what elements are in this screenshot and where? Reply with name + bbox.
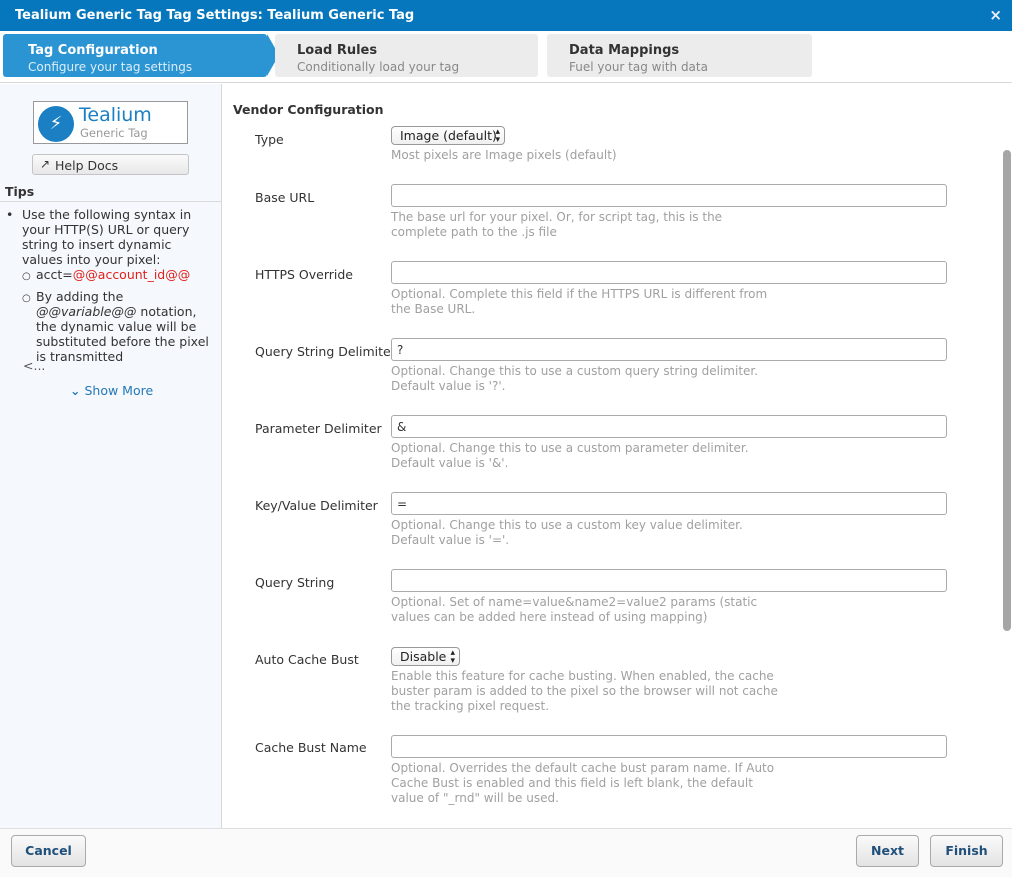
parameter-delimiter-label: Parameter Delimiter — [255, 421, 382, 436]
step-subtitle: Configure your tag settings — [28, 60, 193, 74]
note-variable: @@variable@@ — [36, 304, 137, 319]
auto-cache-bust-label: Auto Cache Bust — [255, 652, 359, 667]
cache-bust-name-help: Optional. Overrides the default cache bu… — [391, 761, 775, 805]
query-string-input[interactable] — [391, 569, 947, 592]
dialog-footer: Cancel Next Finish — [0, 828, 1012, 877]
logo-name: Tealium — [79, 104, 152, 126]
https-override-label: HTTPS Override — [255, 267, 353, 282]
logo-subtitle: Generic Tag — [80, 126, 148, 140]
content-scrollbar[interactable] — [1003, 150, 1011, 631]
tips-heading: Tips — [5, 184, 35, 199]
parameter-delimiter-input[interactable] — [391, 415, 947, 438]
base-url-label: Base URL — [255, 190, 315, 205]
help-docs-button[interactable]: ↗ Help Docs — [32, 154, 189, 175]
https-override-help: Optional. Complete this field if the HTT… — [391, 287, 768, 316]
type-help: Most pixels are Image pixels (default) — [391, 148, 617, 162]
section-title: Vendor Configuration — [233, 102, 384, 117]
query-string-delimiter-label: Query String Delimiter — [255, 344, 396, 359]
sub-bullet-icon: ○ — [22, 293, 31, 304]
select-arrows-icon: ▴ ▾ — [495, 127, 500, 145]
step-subtitle: Conditionally load your tag — [297, 60, 460, 74]
next-button[interactable]: Next — [856, 835, 919, 867]
step-title: Tag Configuration — [28, 43, 158, 58]
key-value-delimiter-input[interactable] — [391, 492, 947, 515]
external-link-icon: ↗ — [40, 157, 51, 171]
key-value-delimiter-label: Key/Value Delimiter — [255, 498, 378, 513]
step-title: Load Rules — [297, 43, 378, 58]
type-select-value: Image (default) — [400, 128, 497, 143]
step-subtitle: Fuel your tag with data — [569, 60, 708, 74]
tag-logo: ⚡ Tealium Generic Tag — [33, 101, 188, 144]
base-url-help: The base url for your pixel. Or, for scr… — [391, 210, 723, 239]
cache-bust-name-label: Cache Bust Name — [255, 740, 367, 755]
query-string-help: Optional. Set of name=value&name2=value2… — [391, 595, 758, 624]
select-arrows-icon: ▴ ▾ — [450, 648, 455, 666]
step-title: Data Mappings — [569, 43, 680, 58]
step-data-mappings[interactable]: Data Mappings Fuel your tag with data — [547, 34, 812, 77]
close-icon[interactable]: × — [989, 6, 1002, 24]
https-override-input[interactable] — [391, 261, 947, 284]
query-string-label: Query String — [255, 575, 335, 590]
wizard-steps: Tag Configuration Configure your tag set… — [0, 31, 1012, 83]
type-select[interactable]: Image (default) ▴ ▾ — [391, 126, 505, 145]
query-string-delimiter-input[interactable] — [391, 338, 947, 361]
base-url-input[interactable] — [391, 184, 947, 207]
bullet-icon: • — [6, 207, 14, 222]
tips-ellipsis: <... — [23, 358, 46, 373]
vendor-config-panel: Vendor Configuration Type Image (default… — [222, 84, 1012, 828]
auto-cache-bust-help: Enable this feature for cache busting. W… — [391, 669, 778, 713]
finish-button[interactable]: Finish — [930, 835, 1003, 867]
show-more-link[interactable]: ⌄ Show More — [70, 383, 153, 398]
cache-bust-name-input[interactable] — [391, 735, 947, 758]
step-tag-configuration[interactable]: Tag Configuration Configure your tag set… — [3, 34, 279, 77]
parameter-delimiter-help: Optional. Change this to use a custom pa… — [391, 441, 749, 470]
auto-cache-bust-select[interactable]: Disable ▴ ▾ — [391, 647, 460, 666]
type-label: Type — [255, 132, 284, 147]
step-load-rules[interactable]: Load Rules Conditionally load your tag — [275, 34, 538, 77]
auto-cache-bust-value: Disable — [400, 649, 447, 664]
example-prefix: acct= — [36, 267, 73, 282]
key-value-delimiter-help: Optional. Change this to use a custom ke… — [391, 518, 743, 547]
divider — [0, 201, 221, 202]
tealium-logo-icon: ⚡ — [38, 106, 74, 142]
dialog-title-bar: Tealium Generic Tag Tag Settings: Tealiu… — [0, 0, 1012, 31]
sub-bullet-icon: ○ — [22, 271, 31, 282]
example-variable: @@account_id@@ — [72, 267, 191, 282]
dialog-title: Tealium Generic Tag Tag Settings: Tealiu… — [15, 8, 415, 23]
query-string-delimiter-help: Optional. Change this to use a custom qu… — [391, 364, 759, 393]
cancel-button[interactable]: Cancel — [11, 835, 86, 867]
help-docs-label: Help Docs — [55, 158, 119, 173]
chevron-down-icon: ⌄ — [70, 383, 81, 398]
tip-text: Use the following syntax in your HTTP(S)… — [22, 207, 192, 267]
show-more-label: Show More — [84, 383, 154, 398]
sidebar: ⚡ Tealium Generic Tag ↗ Help Docs Tips •… — [0, 84, 222, 828]
note-prefix: By adding the — [36, 289, 124, 304]
